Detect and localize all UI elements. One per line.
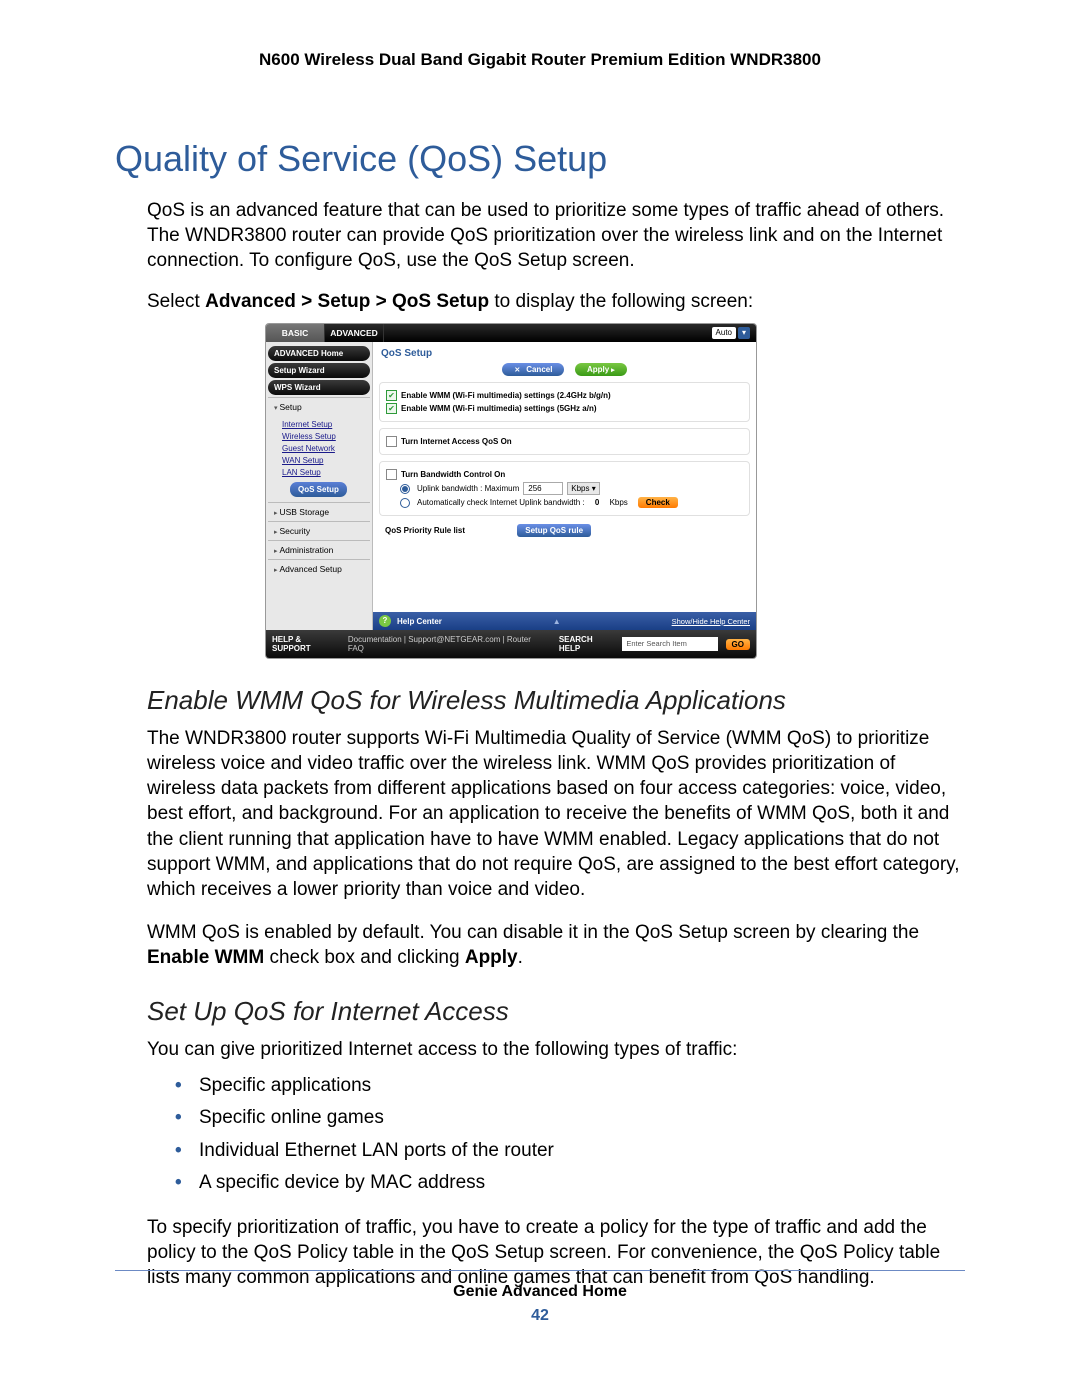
help-center-label[interactable]: Help Center bbox=[397, 617, 442, 626]
sidebar-link-wan-setup[interactable]: WAN Setup bbox=[282, 456, 370, 465]
sidebar-section-usb[interactable]: USB Storage bbox=[268, 502, 370, 521]
list-item: Individual Ethernet LAN ports of the rou… bbox=[175, 1135, 965, 1167]
sidebar-link-wireless-setup[interactable]: Wireless Setup bbox=[282, 432, 370, 441]
sidebar-item-advanced-home[interactable]: ADVANCED Home bbox=[268, 346, 370, 361]
expand-help-icon[interactable]: ▲ bbox=[448, 617, 666, 626]
help-support-links[interactable]: Documentation | Support@NETGEAR.com | Ro… bbox=[348, 635, 543, 653]
checkbox-wmm-5g[interactable]: ✔ bbox=[386, 403, 397, 414]
internet-qos-lead: You can give prioritized Internet access… bbox=[147, 1037, 965, 1062]
sidebar-link-internet-setup[interactable]: Internet Setup bbox=[282, 420, 370, 429]
tab-basic[interactable]: BASIC bbox=[266, 324, 325, 342]
sidebar-section-setup[interactable]: Setup bbox=[268, 397, 370, 416]
panel-title: QoS Setup bbox=[373, 342, 756, 359]
refresh-mode[interactable]: Auto bbox=[712, 327, 736, 339]
search-help-input[interactable]: Enter Search Item bbox=[622, 637, 717, 651]
sidebar-link-lan-setup[interactable]: LAN Setup bbox=[282, 468, 370, 477]
sidebar-item-wps-wizard[interactable]: WPS Wizard bbox=[268, 380, 370, 395]
page-footer: Genie Advanced Home 42 bbox=[0, 1270, 1080, 1325]
help-icon[interactable]: ? bbox=[379, 615, 391, 627]
check-bandwidth-button[interactable]: Check bbox=[638, 497, 678, 508]
sidebar-link-guest-network[interactable]: Guest Network bbox=[282, 444, 370, 453]
sidebar-section-security[interactable]: Security bbox=[268, 521, 370, 540]
refresh-mode-caret-icon[interactable]: ▾ bbox=[738, 327, 750, 339]
toggle-help-link[interactable]: Show/Hide Help Center bbox=[672, 617, 750, 626]
footer-chapter: Genie Advanced Home bbox=[0, 1283, 1080, 1301]
rule-list-label: QoS Priority Rule list bbox=[385, 526, 465, 535]
checkbox-bandwidth-control[interactable]: ✔ bbox=[386, 469, 397, 480]
checkbox-wmm-24g[interactable]: ✔ bbox=[386, 390, 397, 401]
list-item: Specific applications bbox=[175, 1070, 965, 1102]
sidebar-section-advanced-setup[interactable]: Advanced Setup bbox=[268, 559, 370, 578]
nav-path: Select Advanced > Setup > QoS Setup to d… bbox=[147, 291, 965, 313]
uplink-unit-select[interactable]: Kbps ▾ bbox=[567, 482, 599, 495]
doc-header: N600 Wireless Dual Band Gigabit Router P… bbox=[115, 50, 965, 78]
subheading-wmm: Enable WMM QoS for Wireless Multimedia A… bbox=[147, 685, 965, 716]
footer-page-number: 42 bbox=[0, 1307, 1080, 1325]
radio-uplink[interactable] bbox=[400, 484, 410, 494]
tab-advanced[interactable]: ADVANCED bbox=[325, 324, 384, 342]
checkbox-internet-qos[interactable]: ✔ bbox=[386, 436, 397, 447]
wmm-paragraph-1: The WNDR3800 router supports Wi-Fi Multi… bbox=[147, 726, 965, 902]
intro-paragraph: QoS is an advanced feature that can be u… bbox=[147, 198, 965, 273]
apply-button[interactable]: Apply bbox=[575, 363, 627, 376]
wmm-paragraph-2: WMM QoS is enabled by default. You can d… bbox=[147, 920, 965, 970]
page-title: Quality of Service (QoS) Setup bbox=[115, 138, 965, 180]
uplink-value-input[interactable]: 256 bbox=[523, 482, 563, 495]
help-support-label: HELP & SUPPORT bbox=[272, 635, 340, 653]
sidebar-link-qos-setup[interactable]: QoS Setup bbox=[290, 482, 347, 497]
radio-auto-uplink[interactable] bbox=[400, 498, 410, 508]
search-go-button[interactable]: GO bbox=[726, 639, 750, 650]
router-admin-screenshot: BASIC ADVANCED Auto ▾ ADVANCED Home Setu… bbox=[265, 323, 757, 659]
list-item: A specific device by MAC address bbox=[175, 1167, 965, 1199]
list-item: Specific online games bbox=[175, 1102, 965, 1134]
sidebar: ADVANCED Home Setup Wizard WPS Wizard Se… bbox=[266, 342, 372, 630]
sidebar-item-setup-wizard[interactable]: Setup Wizard bbox=[268, 363, 370, 378]
sidebar-section-admin[interactable]: Administration bbox=[268, 540, 370, 559]
cancel-button[interactable]: Cancel bbox=[502, 363, 564, 376]
traffic-type-list: Specific applications Specific online ga… bbox=[175, 1070, 965, 1199]
subheading-internet-qos: Set Up QoS for Internet Access bbox=[147, 996, 965, 1027]
search-help-label: SEARCH HELP bbox=[559, 635, 615, 653]
setup-qos-rule-button[interactable]: Setup QoS rule bbox=[517, 524, 591, 537]
